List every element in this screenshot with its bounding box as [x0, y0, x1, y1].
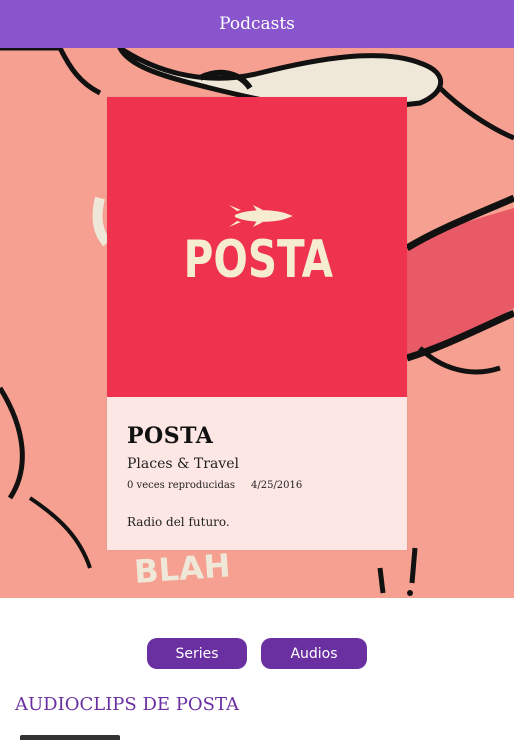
audioclip-thumbnail[interactable]	[20, 735, 120, 740]
posta-logo: POSTA	[184, 205, 333, 289]
play-count: 0 veces reproducidas	[127, 480, 235, 491]
posta-wordmark: POSTA	[184, 229, 333, 289]
section-title: AUDIOCLIPS DE POSTA	[15, 694, 239, 715]
tab-series[interactable]: Series	[147, 638, 247, 669]
app-header: Podcasts	[0, 0, 514, 48]
podcast-cover: POSTA	[107, 97, 407, 397]
podcast-name: POSTA	[127, 423, 214, 449]
podcast-description: Radio del futuro.	[127, 515, 230, 529]
podcast-card[interactable]: POSTA POSTA Places & Travel 0 veces repr…	[107, 97, 407, 550]
page-title: Podcasts	[219, 14, 295, 34]
tab-audios[interactable]: Audios	[261, 638, 367, 669]
publish-date: 4/25/2016	[250, 480, 303, 491]
hero-banner: BLAH POSTA POSTA Places & Travel 0 veces…	[0, 48, 514, 598]
background-blah-text: BLAH	[133, 546, 232, 591]
podcast-meta: 0 veces reproducidas 4/25/2016	[127, 480, 387, 491]
podcast-category: Places & Travel	[127, 456, 239, 472]
content-tabs: Series Audios	[0, 638, 514, 669]
rocket-icon	[229, 205, 293, 227]
podcast-info: POSTA Places & Travel 0 veces reproducid…	[107, 397, 407, 529]
